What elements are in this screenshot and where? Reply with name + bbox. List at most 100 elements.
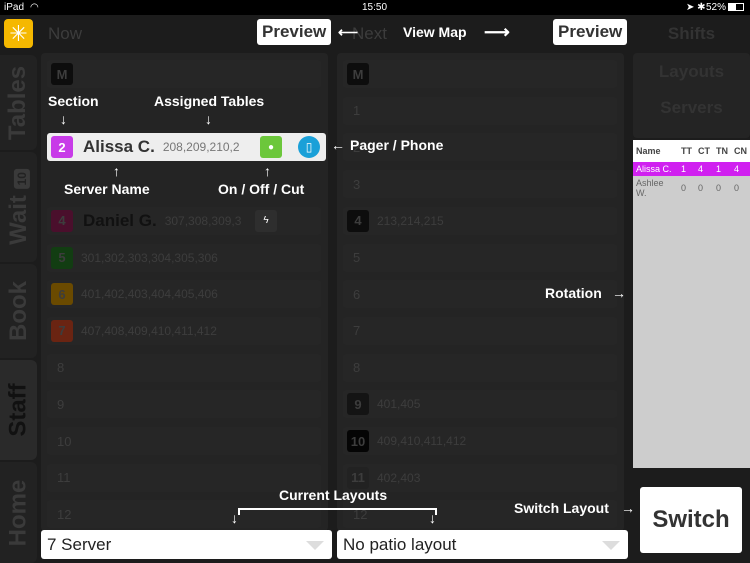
now-layout-value: 7 Server [47, 535, 112, 554]
section-number: 10 [57, 433, 72, 449]
battery-icon [728, 3, 744, 11]
now-layout-select[interactable]: 7 Server [41, 530, 332, 559]
section-badge: 7 [51, 319, 73, 342]
chevron-down-icon [306, 541, 324, 550]
rotation-cell: 4 [695, 162, 713, 176]
switch-button[interactable]: Switch [640, 487, 742, 553]
bracket-connector [238, 508, 437, 515]
section-row[interactable]: 9 [47, 390, 321, 419]
status-bar: iPad ◠ 15:50 ➤ ✱ 52% [0, 0, 750, 15]
layouts-tab[interactable]: Layouts [633, 62, 750, 82]
server-name-annotation: Server Name [64, 181, 150, 197]
arrow-down-icon: ↓ [205, 111, 212, 127]
server-name: Daniel G. [83, 210, 157, 230]
on-off-cut-annotation: On / Off / Cut [218, 181, 305, 197]
sidebar-tab-staff[interactable]: Staff [0, 360, 37, 460]
rotation-table: Name TT CT TN CN Alissa C. 1 4 1 4 Ashlee W. 0 0 0 0 [633, 140, 750, 468]
device-label: iPad [4, 2, 25, 13]
section-badge: 9 [347, 393, 369, 416]
wait-count-badge: 10 [13, 169, 30, 189]
section-badge: 2 [51, 136, 73, 159]
tab-label: Wait 10 [5, 169, 33, 245]
section-number: 7 [353, 323, 361, 339]
preview-now-button[interactable]: Preview [257, 19, 332, 45]
rotation-row[interactable]: Ashlee W. 0 0 0 0 [633, 176, 750, 200]
status-on-toggle[interactable]: ● [260, 136, 282, 159]
section-number: 6 [353, 286, 361, 302]
section-row[interactable]: M [47, 60, 321, 88]
assigned-tables: 301,302,303,304,305,306 [81, 250, 218, 265]
section-row[interactable]: M [343, 60, 617, 88]
section-row[interactable]: 9 401,405 [343, 390, 617, 419]
section-row[interactable]: 5 301,302,303,304,305,306 [47, 243, 321, 272]
rotation-annotation: Rotation [545, 285, 602, 301]
section-badge: 11 [347, 466, 369, 489]
arrow-left-icon: ← [331, 137, 345, 153]
section-number: 5 [353, 250, 361, 265]
tab-label: Book [4, 281, 32, 341]
sidebar-tab-tables[interactable]: Tables [0, 55, 37, 150]
server-name: Alissa C. [83, 137, 155, 157]
section-row[interactable]: 4 213,214,215 [343, 206, 617, 235]
sidebar-tab-book[interactable]: Book [0, 264, 37, 358]
assigned-tables: 402,403 [377, 470, 421, 485]
section-row[interactable]: 4 Daniel G. 307,308,309,3 ϟ [47, 206, 321, 235]
pager-phone-icon[interactable]: ▯ [298, 136, 320, 159]
view-map-annotation: View Map [403, 24, 467, 40]
location-bluetooth-icon: ➤ ✱ [686, 2, 706, 13]
assigned-tables: 401,402,403,404,405,406 [81, 287, 218, 302]
chevron-down-icon [602, 541, 620, 550]
section-row[interactable]: 5 [343, 243, 617, 272]
status-cut-toggle[interactable]: ϟ [255, 209, 277, 232]
arrow-right-icon: → [621, 500, 635, 516]
section-row[interactable]: 2 Alissa C. 208,209,210,2 ● ▯ [47, 133, 326, 162]
sidebar-tab-home[interactable]: Home [0, 462, 37, 563]
rotation-cell: Alissa C. [633, 162, 678, 176]
rotation-column-header: CT [695, 140, 713, 162]
section-row[interactable]: 10 409,410,411,412 [343, 427, 617, 455]
assigned-tables: 401,405 [377, 397, 421, 412]
clock: 15:50 [362, 2, 388, 13]
preview-next-button[interactable]: Preview [553, 19, 628, 45]
arrow-down-icon: ↓ [429, 510, 436, 526]
app-logo[interactable]: ✳ [4, 19, 33, 48]
section-number: 3 [353, 176, 361, 192]
rotation-row[interactable]: Alissa C. 1 4 1 4 [633, 162, 750, 176]
rotation-cell: 0 [716, 183, 722, 193]
arrow-down-icon: ↓ [231, 510, 238, 526]
section-badge: M [347, 63, 369, 85]
rotation-cell: 0 [681, 183, 687, 193]
sidebar-tab-wait[interactable]: Wait 10 [0, 152, 37, 262]
now-column-title: Now [48, 24, 83, 43]
section-number: 1 [353, 103, 361, 119]
section-badge: 10 [347, 430, 369, 452]
servers-tab[interactable]: Servers [633, 98, 750, 118]
arrow-up-icon: ↑ [113, 163, 120, 179]
rotation-cell: 4 [731, 162, 750, 176]
section-row[interactable]: 7 [343, 316, 617, 345]
wifi-icon: ◠ [30, 2, 39, 13]
next-layout-select[interactable]: No patio layout [337, 530, 628, 559]
section-row[interactable]: 7 407,408,409,410,411,412 [47, 316, 321, 345]
switch-layout-annotation: Switch Layout [514, 500, 609, 516]
section-row[interactable]: 10 [47, 427, 321, 455]
assigned-tables-annotation: Assigned Tables [154, 93, 265, 109]
arrow-down-icon: ↓ [60, 111, 67, 127]
arrow-up-icon: ↑ [264, 163, 271, 179]
arrow-right-icon: → [612, 285, 626, 301]
section-row[interactable]: 3 [343, 170, 617, 199]
section-badge: 4 [347, 209, 369, 232]
section-row[interactable]: 8 [47, 353, 321, 382]
rotation-cell: 0 [698, 183, 704, 193]
assigned-tables: 409,410,411,412 [377, 434, 467, 448]
battery-percent: 52% [706, 2, 727, 13]
current-layouts-annotation: Current Layouts [279, 487, 388, 503]
assigned-tables: 208,209,210,2 [162, 140, 240, 155]
section-row[interactable]: 1 [343, 96, 617, 125]
section-row[interactable]: 6 401,402,403,404,405,406 [47, 280, 321, 309]
now-sections-list: M 2 Alissa C. 208,209,210,2 ● ▯ 4 Daniel G. 307,… [41, 53, 328, 531]
section-number: 8 [353, 360, 361, 376]
section-row[interactable]: 8 [343, 353, 617, 382]
section-number: 9 [57, 396, 65, 412]
shifts-title[interactable]: Shifts [633, 24, 750, 44]
